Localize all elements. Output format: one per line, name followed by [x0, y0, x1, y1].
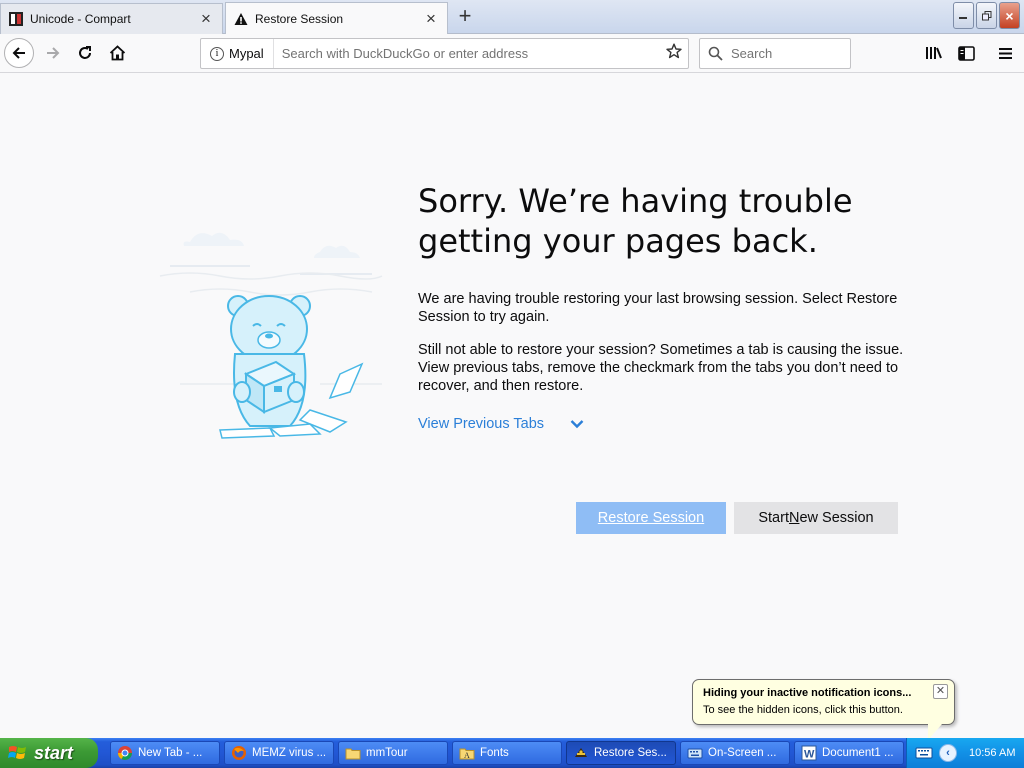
taskbar-item-restore-session[interactable]: Restore Ses... — [566, 741, 676, 765]
forward-arrow-icon — [47, 47, 60, 59]
folder-icon — [345, 748, 361, 760]
search-icon — [708, 46, 723, 61]
back-arrow-icon — [12, 47, 25, 59]
language-bar-keyboard-icon[interactable] — [915, 746, 933, 760]
tab-unicode-compart[interactable]: Unicode - Compart × — [0, 3, 223, 34]
balloon-close-button[interactable]: ✕ — [933, 684, 948, 699]
search-bar — [699, 38, 851, 69]
warning-icon — [234, 12, 248, 26]
bookmark-star-icon[interactable] — [660, 43, 688, 64]
sidebar-button[interactable] — [951, 38, 981, 68]
new-session-accelerator: N — [788, 510, 800, 526]
home-button[interactable] — [102, 38, 132, 68]
sidebar-icon — [957, 45, 975, 61]
restore-session-page: Sorry. We’re having trouble getting your… — [0, 74, 1024, 738]
notification-balloon: Hiding your inactive notification icons.… — [692, 679, 955, 725]
taskbar-item-label: Restore Ses... — [594, 747, 667, 759]
new-session-label-end: ew Session — [799, 510, 874, 526]
taskbar: start New Tab - ... MEMZ virus ... mmTou… — [0, 738, 1024, 768]
chrome-icon — [118, 746, 132, 760]
info-icon: i — [210, 46, 224, 61]
menu-button[interactable] — [990, 38, 1020, 68]
compart-logo-icon — [9, 12, 23, 26]
firefox-icon — [232, 746, 246, 760]
help-text: Still not able to restore your session? … — [418, 342, 904, 394]
tab-restore-session[interactable]: Restore Session × — [225, 2, 448, 35]
site-identity-button[interactable]: i Mypal — [201, 39, 274, 68]
taskbar-item-memz[interactable]: MEMZ virus ... — [224, 741, 334, 765]
identity-label: Mypal — [229, 46, 264, 61]
taskbar-item-on-screen-keyboard[interactable]: On-Screen ... — [680, 741, 790, 765]
new-session-label-start: Start — [758, 510, 789, 526]
svg-text:W: W — [804, 749, 815, 761]
tab-strip: Unicode - Compart × Restore Session × + … — [0, 0, 1024, 35]
home-icon — [109, 45, 125, 61]
address-input[interactable] — [273, 39, 660, 68]
show-hidden-icons-button[interactable]: ‹ — [939, 744, 957, 762]
forward-button[interactable] — [38, 38, 68, 68]
view-previous-tabs-label: View Previous Tabs — [418, 416, 545, 432]
start-button[interactable]: start — [0, 738, 98, 768]
taskbar-item-fonts[interactable]: A Fonts — [452, 741, 562, 765]
minimize-button[interactable] — [953, 2, 974, 29]
balloon-text: To see the hidden icons, click this butt… — [703, 704, 903, 716]
chevron-down-icon — [570, 420, 584, 429]
hamburger-menu-icon — [998, 47, 1012, 59]
reload-button[interactable] — [70, 38, 100, 68]
keyboard-icon — [687, 748, 703, 759]
new-tab-button[interactable]: + — [452, 5, 478, 29]
tab-title: Restore Session — [255, 12, 344, 26]
taskbar-item-label: MEMZ virus ... — [252, 747, 327, 759]
page-title: Sorry. We’re having trouble getting your… — [418, 182, 853, 260]
view-previous-tabs-toggle[interactable]: View Previous Tabs — [418, 416, 584, 432]
mypal-icon — [575, 748, 587, 757]
url-bar: i Mypal — [200, 38, 689, 69]
start-label: start — [34, 742, 74, 763]
tab-title: Unicode - Compart — [30, 12, 131, 26]
windows-flag-icon — [8, 746, 26, 759]
bear-illustration — [159, 232, 383, 439]
taskbar-item-label: New Tab - ... — [138, 747, 203, 759]
error-description: We are having trouble restoring your las… — [418, 291, 898, 325]
library-button[interactable] — [919, 38, 949, 68]
close-window-button[interactable]: × — [999, 2, 1020, 29]
taskbar-item-mmtour[interactable]: mmTour — [338, 741, 448, 765]
svg-text:A: A — [464, 751, 470, 760]
close-tab-icon[interactable]: × — [423, 10, 439, 27]
window-controls: × — [953, 2, 1020, 29]
restore-session-button[interactable]: Restore Session — [576, 502, 726, 534]
system-tray: ‹ 10:56 AM — [906, 738, 1024, 768]
start-new-session-button[interactable]: Start New Session — [734, 502, 898, 534]
taskbar-item-label: Fonts — [480, 747, 509, 759]
reload-icon — [79, 46, 91, 59]
taskbar-item-new-tab[interactable]: New Tab - ... — [110, 741, 220, 765]
library-icon — [926, 47, 942, 59]
taskbar-item-label: mmTour — [366, 747, 408, 759]
search-input[interactable] — [729, 45, 839, 62]
taskbar-item-label: Document1 ... — [822, 747, 894, 759]
balloon-title: Hiding your inactive notification icons.… — [703, 687, 912, 699]
navigation-toolbar: i Mypal — [0, 34, 1024, 73]
taskbar-item-label: On-Screen ... — [708, 747, 777, 759]
restore-window-button[interactable] — [976, 2, 997, 29]
taskbar-item-document1[interactable]: W Document1 ... — [794, 741, 904, 765]
back-button[interactable] — [4, 38, 34, 68]
fonts-folder-icon: A — [459, 748, 475, 760]
clock: 10:56 AM — [969, 747, 1016, 759]
word-icon: W — [801, 745, 817, 761]
close-tab-icon[interactable]: × — [198, 10, 214, 27]
